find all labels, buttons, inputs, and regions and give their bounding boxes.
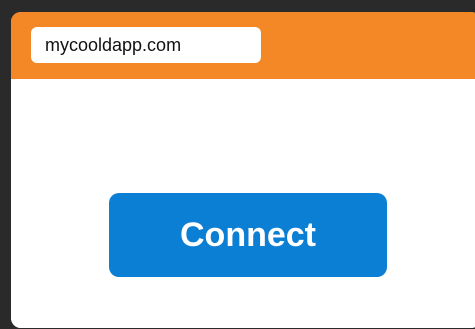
connect-button[interactable]: Connect — [109, 193, 387, 277]
main-content: Connect — [11, 79, 475, 328]
app-window: mycooldapp.com Connect — [11, 12, 475, 328]
browser-header: mycooldapp.com — [11, 12, 475, 79]
address-bar[interactable]: mycooldapp.com — [31, 27, 261, 63]
address-bar-url: mycooldapp.com — [45, 34, 182, 55]
